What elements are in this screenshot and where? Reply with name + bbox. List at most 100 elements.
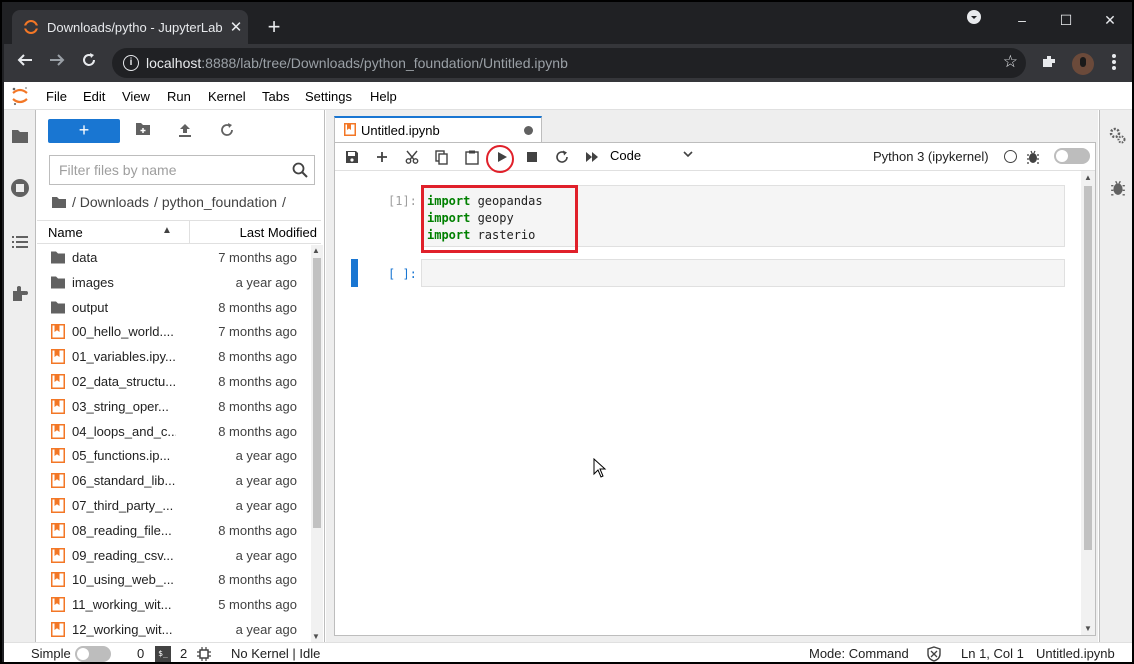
file-list-item[interactable]: output 8 months ago [37, 295, 311, 320]
table-of-contents-icon[interactable] [4, 226, 36, 258]
simple-mode-toggle[interactable] [75, 646, 111, 662]
kernel-status-text[interactable]: No Kernel | Idle [231, 646, 320, 661]
close-window-button[interactable]: ✕ [1088, 8, 1132, 32]
paste-icon[interactable] [462, 147, 482, 167]
file-browser-icon[interactable] [4, 120, 36, 152]
scroll-down-arrow-icon[interactable]: ▼ [312, 632, 320, 641]
restart-kernel-icon[interactable] [552, 147, 572, 167]
menu-view[interactable]: View [122, 89, 150, 104]
notebook-scrollbar[interactable]: ▲ ▼ [1081, 171, 1095, 635]
menu-help[interactable]: Help [370, 89, 397, 104]
scroll-up-arrow-icon[interactable]: ▲ [312, 246, 320, 255]
menu-tabs[interactable]: Tabs [262, 89, 289, 104]
unsaved-dot-icon[interactable] [524, 126, 533, 135]
copy-icon[interactable] [432, 147, 452, 167]
breadcrumb-downloads[interactable]: / Downloads [72, 194, 149, 210]
left-sidebar [4, 110, 36, 642]
bookmark-star-icon[interactable]: ☆ [1003, 52, 1018, 72]
sort-ascending-icon[interactable]: ▲ [162, 225, 172, 236]
kernels-count[interactable]: 2 [180, 646, 187, 661]
breadcrumb-python-foundation[interactable]: / python_foundation [154, 194, 277, 210]
restart-run-all-icon[interactable] [582, 147, 602, 167]
file-modified: a year ago [235, 274, 297, 290]
upload-icon[interactable] [177, 122, 197, 142]
file-list-scrollbar[interactable]: ▲ ▼ [311, 245, 323, 642]
scroll-up-arrow-icon[interactable]: ▲ [1084, 173, 1092, 182]
reload-button[interactable] [77, 51, 101, 75]
new-folder-icon[interactable] [135, 122, 155, 142]
save-icon[interactable] [342, 147, 362, 167]
browser-tab[interactable]: Downloads/pytho - JupyterLab ✕ [12, 10, 248, 44]
filter-files-field[interactable] [49, 155, 315, 185]
notebook-tab[interactable]: Untitled.ipynb [334, 116, 542, 142]
notebook-icon [344, 123, 356, 136]
scrollbar-thumb[interactable] [1084, 186, 1092, 550]
file-list-item[interactable]: 04_loops_and_c... 8 months ago [37, 419, 311, 444]
maximize-button[interactable]: ☐ [1044, 8, 1088, 32]
menu-file[interactable]: File [46, 89, 67, 104]
filter-files-input[interactable] [50, 156, 280, 184]
kernel-chip-icon[interactable] [197, 647, 211, 661]
folder-icon [51, 301, 65, 314]
column-name-header[interactable]: Name [48, 225, 83, 240]
terminal-icon[interactable]: $_ [155, 646, 171, 662]
browser-menu-icon[interactable] [1103, 53, 1125, 76]
file-list-item[interactable]: 09_reading_csv... a year ago [37, 543, 311, 568]
profile-avatar[interactable] [1072, 53, 1094, 75]
scroll-down-arrow-icon[interactable]: ▼ [1084, 624, 1092, 633]
file-list-item[interactable]: 01_variables.ipy... 8 months ago [37, 344, 311, 369]
file-list-header: Name ▲ Last Modified [37, 220, 321, 244]
tab-close-icon[interactable]: ✕ [224, 18, 248, 36]
extensions-icon[interactable] [1038, 53, 1060, 76]
cell-type-dropdown[interactable]: Code [610, 148, 694, 163]
cut-icon[interactable] [402, 147, 422, 167]
breadcrumb-separator: / [282, 194, 286, 210]
home-folder-icon[interactable] [51, 196, 67, 209]
new-launcher-button[interactable]: + [48, 119, 120, 143]
kernel-name[interactable]: Python 3 (ipykernel) [873, 149, 989, 164]
forward-button[interactable] [45, 51, 69, 75]
back-button[interactable] [13, 51, 37, 75]
menu-kernel[interactable]: Kernel [208, 89, 246, 104]
active-file-name: Untitled.ipynb [1036, 646, 1115, 661]
menu-edit[interactable]: Edit [83, 89, 105, 104]
cursor-position[interactable]: Ln 1, Col 1 [961, 646, 1024, 661]
profile-dropdown-icon[interactable] [952, 8, 996, 32]
file-list-item[interactable]: 03_string_oper... 8 months ago [37, 394, 311, 419]
simple-mode-label: Simple [31, 646, 71, 661]
column-modified-header[interactable]: Last Modified [240, 225, 317, 240]
file-list-item[interactable]: images a year ago [37, 270, 311, 295]
terminals-count[interactable]: 0 [137, 646, 144, 661]
running-kernels-icon[interactable] [4, 172, 36, 204]
menu-settings[interactable]: Settings [305, 89, 352, 104]
trusted-shield-icon[interactable] [927, 646, 941, 662]
file-list-item[interactable]: 07_third_party_... a year ago [37, 493, 311, 518]
file-list-item[interactable]: 10_using_web_... 8 months ago [37, 567, 311, 592]
debugger-icon[interactable] [1102, 172, 1132, 204]
site-info-icon[interactable]: i [123, 55, 139, 71]
file-list-item[interactable]: data 7 months ago [37, 245, 311, 270]
scrollbar-thumb[interactable] [313, 258, 321, 528]
extension-manager-icon[interactable] [4, 278, 36, 310]
column-divider [189, 221, 190, 243]
address-bar[interactable]: i localhost:8888/lab/tree/Downloads/pyth… [112, 48, 1026, 78]
code-cell-2[interactable] [421, 259, 1065, 287]
notebook-icon [51, 572, 65, 588]
file-list-item[interactable]: 08_reading_file... 8 months ago [37, 518, 311, 543]
file-list-item[interactable]: 05_functions.ip... a year ago [37, 443, 311, 468]
file-list-item[interactable]: 00_hello_world.... 7 months ago [37, 319, 311, 344]
add-cell-icon[interactable] [372, 147, 392, 167]
file-list-item[interactable]: 06_standard_lib... a year ago [37, 468, 311, 493]
debugger-toggle[interactable] [1054, 148, 1090, 164]
file-list-item[interactable]: 11_working_wit... 5 months ago [37, 592, 311, 617]
debugger-bug-icon[interactable] [1023, 147, 1043, 167]
new-tab-button[interactable]: + [262, 14, 286, 40]
file-list-item[interactable]: 02_data_structu... 8 months ago [37, 369, 311, 394]
file-name: data [72, 250, 98, 265]
refresh-icon[interactable] [219, 122, 239, 142]
minimize-button[interactable]: – [1000, 8, 1044, 32]
file-list-item[interactable]: 12_working_wit... a year ago [37, 617, 311, 642]
property-inspector-icon[interactable] [1102, 120, 1132, 152]
interrupt-kernel-icon[interactable] [522, 147, 542, 167]
menu-run[interactable]: Run [167, 89, 191, 104]
